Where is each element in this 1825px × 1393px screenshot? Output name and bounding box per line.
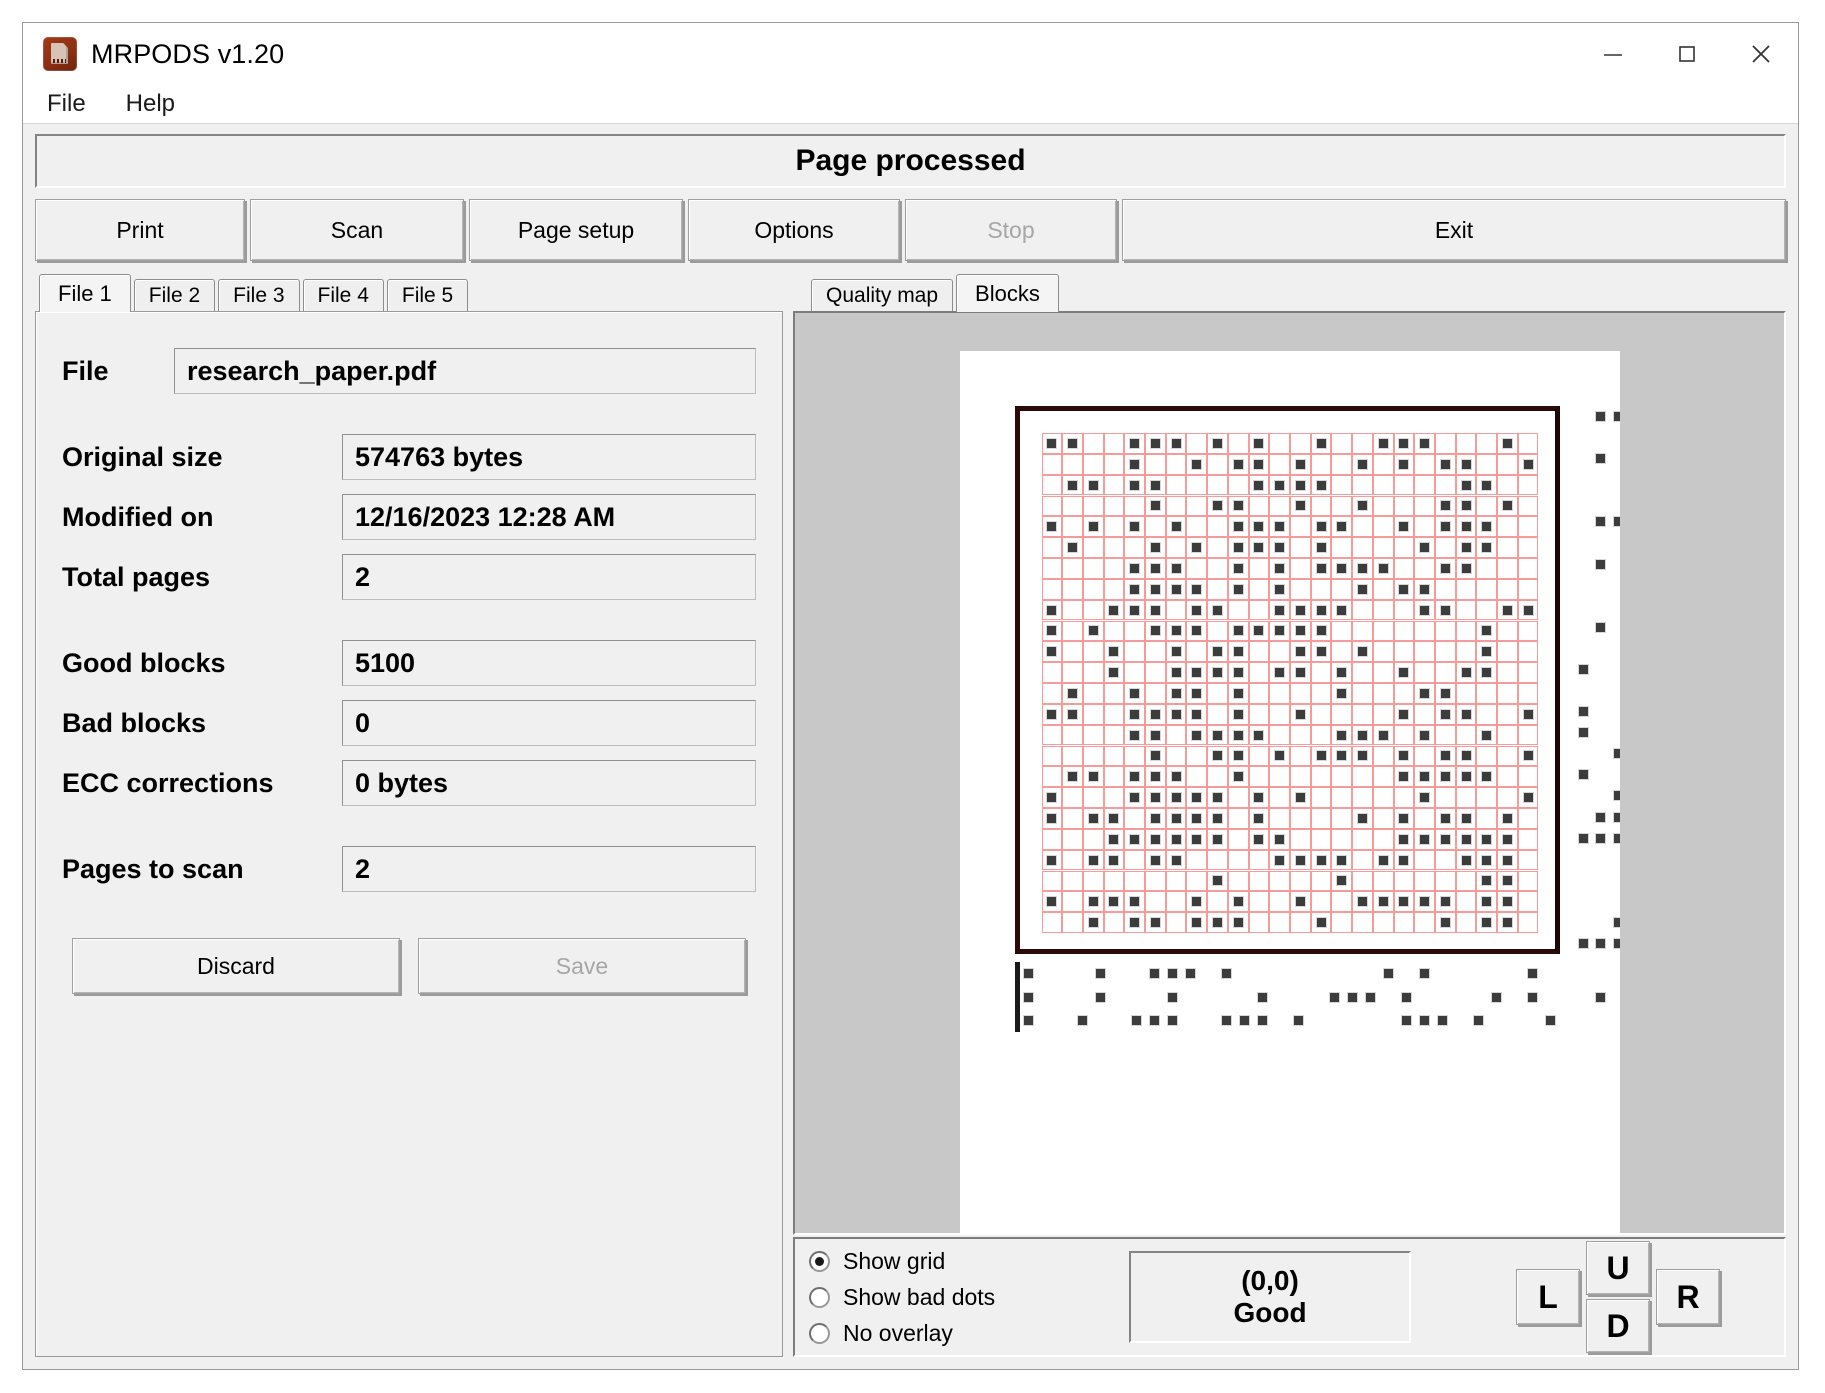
original-size-value: 574763 bytes <box>342 434 756 480</box>
tab-blocks[interactable]: Blocks <box>956 274 1059 312</box>
good-blocks-row: Good blocks 5100 <box>62 640 756 686</box>
block-navigation-pad: L U D R <box>1516 1241 1746 1353</box>
pages-to-scan-value[interactable]: 2 <box>342 846 756 892</box>
bottom-dot-band <box>1014 962 1560 1032</box>
window-title: MRPODS v1.20 <box>91 38 285 69</box>
app-document-icon <box>43 37 77 71</box>
modified-on-row: Modified on 12/16/2023 12:28 AM <box>62 494 756 540</box>
file-name-row: File research_paper.pdf <box>62 348 756 394</box>
blocks-preview[interactable] <box>793 311 1786 1235</box>
print-button[interactable]: Print <box>35 199 245 261</box>
original-size-row: Original size 574763 bytes <box>62 434 756 480</box>
block-coordinates: (0,0) <box>1241 1264 1299 1296</box>
ecc-corrections-value: 0 bytes <box>342 760 756 806</box>
options-button[interactable]: Options <box>688 199 900 261</box>
total-pages-label: Total pages <box>62 561 211 592</box>
dot-grid-overlay <box>1041 433 1539 933</box>
pages-to-scan-row: Pages to scan 2 <box>62 846 756 892</box>
modified-on-label: Modified on <box>62 501 214 532</box>
ecc-corrections-row: ECC corrections 0 bytes <box>62 760 756 806</box>
main-toolbar: Print Scan Page setup Options Stop Exit <box>35 199 1786 261</box>
bad-blocks-label: Bad blocks <box>62 707 207 738</box>
page-sheet <box>959 351 1620 1233</box>
radio-show-grid-label: Show grid <box>843 1247 946 1274</box>
modified-on-value: 12/16/2023 12:28 AM <box>342 494 756 540</box>
bottom-right-dots <box>1574 962 1620 1032</box>
scan-button[interactable]: Scan <box>250 199 464 261</box>
title-bar-left: MRPODS v1.20 <box>23 37 1576 71</box>
menu-item-file[interactable]: File <box>41 88 92 120</box>
original-size-label: Original size <box>62 441 223 472</box>
status-bar: Page processed <box>35 134 1786 188</box>
tab-quality-map[interactable]: Quality map <box>811 279 954 311</box>
page-setup-button[interactable]: Page setup <box>469 199 683 261</box>
radio-show-bad-dots[interactable]: Show bad dots <box>809 1284 1099 1311</box>
tab-file-1[interactable]: File 1 <box>39 274 131 312</box>
radio-icon <box>809 1250 830 1272</box>
file-tabstrip: File 1 File 2 File 3 File 4 File 5 <box>35 274 783 312</box>
exit-button[interactable]: Exit <box>1122 199 1786 261</box>
radio-icon <box>809 1322 830 1344</box>
nav-up-button[interactable]: U <box>1586 1241 1650 1295</box>
radio-show-bad-dots-label: Show bad dots <box>843 1283 996 1310</box>
tab-file-5[interactable]: File 5 <box>386 279 469 311</box>
radio-show-grid[interactable]: Show grid <box>809 1248 1099 1275</box>
tab-file-4[interactable]: File 4 <box>302 279 384 311</box>
file-info-pane: File 1 File 2 File 3 File 4 File 5 File … <box>35 274 783 1357</box>
nav-left-button[interactable]: L <box>1516 1269 1580 1325</box>
nav-down-button[interactable]: D <box>1586 1299 1650 1353</box>
nav-right-button[interactable]: R <box>1656 1269 1720 1325</box>
preview-tabstrip: Quality map Blocks <box>793 274 1786 312</box>
title-bar: MRPODS v1.20 <box>23 23 1798 85</box>
tab-file-3[interactable]: File 3 <box>218 279 300 311</box>
total-pages-value: 2 <box>342 554 756 600</box>
minimize-button[interactable] <box>1576 23 1650 85</box>
window-controls <box>1576 23 1798 85</box>
radio-icon <box>809 1286 830 1308</box>
maximize-button[interactable] <box>1650 23 1724 85</box>
main-split: File 1 File 2 File 3 File 4 File 5 File … <box>35 274 1786 1357</box>
menu-bar: File Help <box>23 85 1798 124</box>
preview-pane: Quality map Blocks Show grid Show bad do… <box>793 274 1786 1357</box>
menu-item-help[interactable]: Help <box>120 88 181 120</box>
pages-to-scan-label: Pages to scan <box>62 853 244 884</box>
right-margin-dots <box>1575 406 1620 954</box>
block-status-box: (0,0) Good <box>1129 1251 1411 1343</box>
file-name-label: File <box>62 355 109 386</box>
close-button[interactable] <box>1724 23 1798 85</box>
radio-no-overlay-label: No overlay <box>843 1319 953 1346</box>
total-pages-row: Total pages 2 <box>62 554 756 600</box>
overlay-options-group: Show grid Show bad dots No overlay <box>809 1248 1099 1347</box>
bad-blocks-row: Bad blocks 0 <box>62 700 756 746</box>
file-action-buttons: Discard Save <box>62 938 756 994</box>
client-area: Page processed Print Scan Page setup Opt… <box>23 124 1798 1369</box>
stop-button: Stop <box>905 199 1117 261</box>
app-window: MRPODS v1.20 File Help Page processed Pr… <box>22 22 1799 1370</box>
bad-blocks-value: 0 <box>342 700 756 746</box>
tab-file-2[interactable]: File 2 <box>133 279 216 311</box>
radio-no-overlay[interactable]: No overlay <box>809 1320 1099 1347</box>
file-name-value: research_paper.pdf <box>174 348 756 394</box>
ecc-corrections-label: ECC corrections <box>62 767 274 798</box>
block-frame <box>1014 406 1560 954</box>
discard-button[interactable]: Discard <box>72 938 400 994</box>
overlay-control-panel: Show grid Show bad dots No overlay (0,0) <box>793 1237 1786 1357</box>
file-tab-panel: File research_paper.pdf Original size 57… <box>35 311 783 1357</box>
save-button: Save <box>418 938 746 994</box>
status-message: Page processed <box>795 144 1026 177</box>
good-blocks-value: 5100 <box>342 640 756 686</box>
page-inner <box>1014 406 1620 1233</box>
block-quality: Good <box>1233 1297 1307 1328</box>
good-blocks-label: Good blocks <box>62 647 226 678</box>
